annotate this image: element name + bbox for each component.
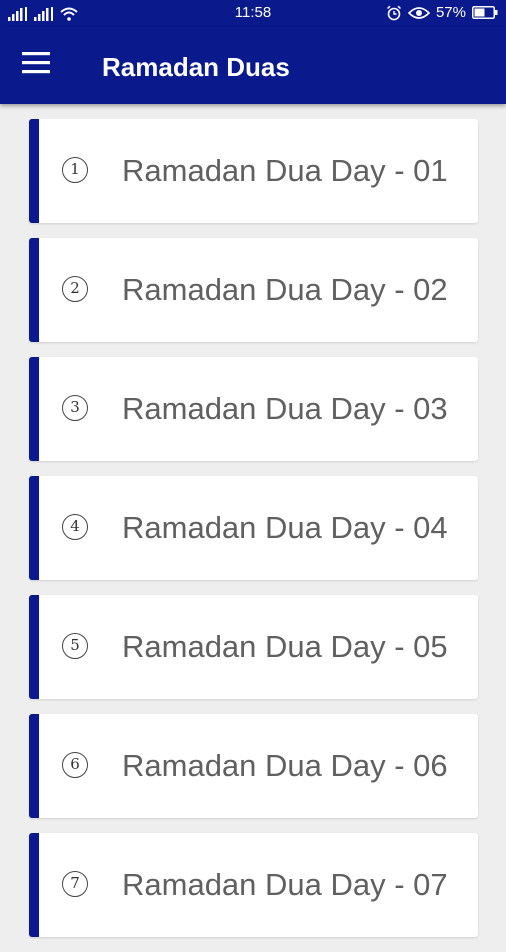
list-item[interactable]: 2 Ramadan Dua Day - 02 bbox=[29, 238, 478, 342]
list-item[interactable]: 5 Ramadan Dua Day - 05 bbox=[29, 595, 478, 699]
list-item-label: Ramadan Dua Day - 05 bbox=[122, 629, 448, 664]
list-item[interactable]: 6 Ramadan Dua Day - 06 bbox=[29, 714, 478, 818]
app-bar: Ramadan Duas bbox=[0, 27, 506, 104]
item-number-badge: 2 bbox=[62, 276, 88, 302]
list-item-label: Ramadan Dua Day - 04 bbox=[122, 510, 448, 545]
list-item-label: Ramadan Dua Day - 06 bbox=[122, 748, 448, 783]
status-bar: 11:58 57% bbox=[0, 0, 506, 27]
page-title: Ramadan Duas bbox=[102, 52, 290, 82]
list-item[interactable]: 4 Ramadan Dua Day - 04 bbox=[29, 476, 478, 580]
item-number-badge: 6 bbox=[62, 752, 88, 778]
list-item[interactable]: 7 Ramadan Dua Day - 07 bbox=[29, 833, 478, 937]
alarm-icon bbox=[386, 5, 401, 20]
item-number-badge: 3 bbox=[62, 395, 88, 421]
battery-icon bbox=[472, 6, 498, 19]
item-number-badge: 7 bbox=[62, 871, 88, 897]
hamburger-menu-icon bbox=[22, 52, 50, 74]
item-number-badge: 5 bbox=[62, 633, 88, 659]
list-item-label: Ramadan Dua Day - 02 bbox=[122, 272, 448, 307]
item-number-badge: 4 bbox=[62, 514, 88, 540]
menu-button[interactable] bbox=[22, 52, 58, 82]
item-number-badge: 1 bbox=[62, 157, 88, 183]
list-item-label: Ramadan Dua Day - 01 bbox=[122, 153, 448, 188]
list-item-label: Ramadan Dua Day - 03 bbox=[122, 391, 448, 426]
battery-percent: 57% bbox=[435, 4, 466, 21]
list-item-label: Ramadan Dua Day - 07 bbox=[122, 867, 448, 902]
eye-icon bbox=[407, 6, 430, 19]
dua-list: 1 Ramadan Dua Day - 01 2 Ramadan Dua Day… bbox=[29, 119, 478, 952]
list-item[interactable]: 3 Ramadan Dua Day - 03 bbox=[29, 357, 478, 461]
list-item[interactable]: 1 Ramadan Dua Day - 01 bbox=[29, 119, 478, 223]
status-right-icons: 57% bbox=[386, 4, 498, 21]
